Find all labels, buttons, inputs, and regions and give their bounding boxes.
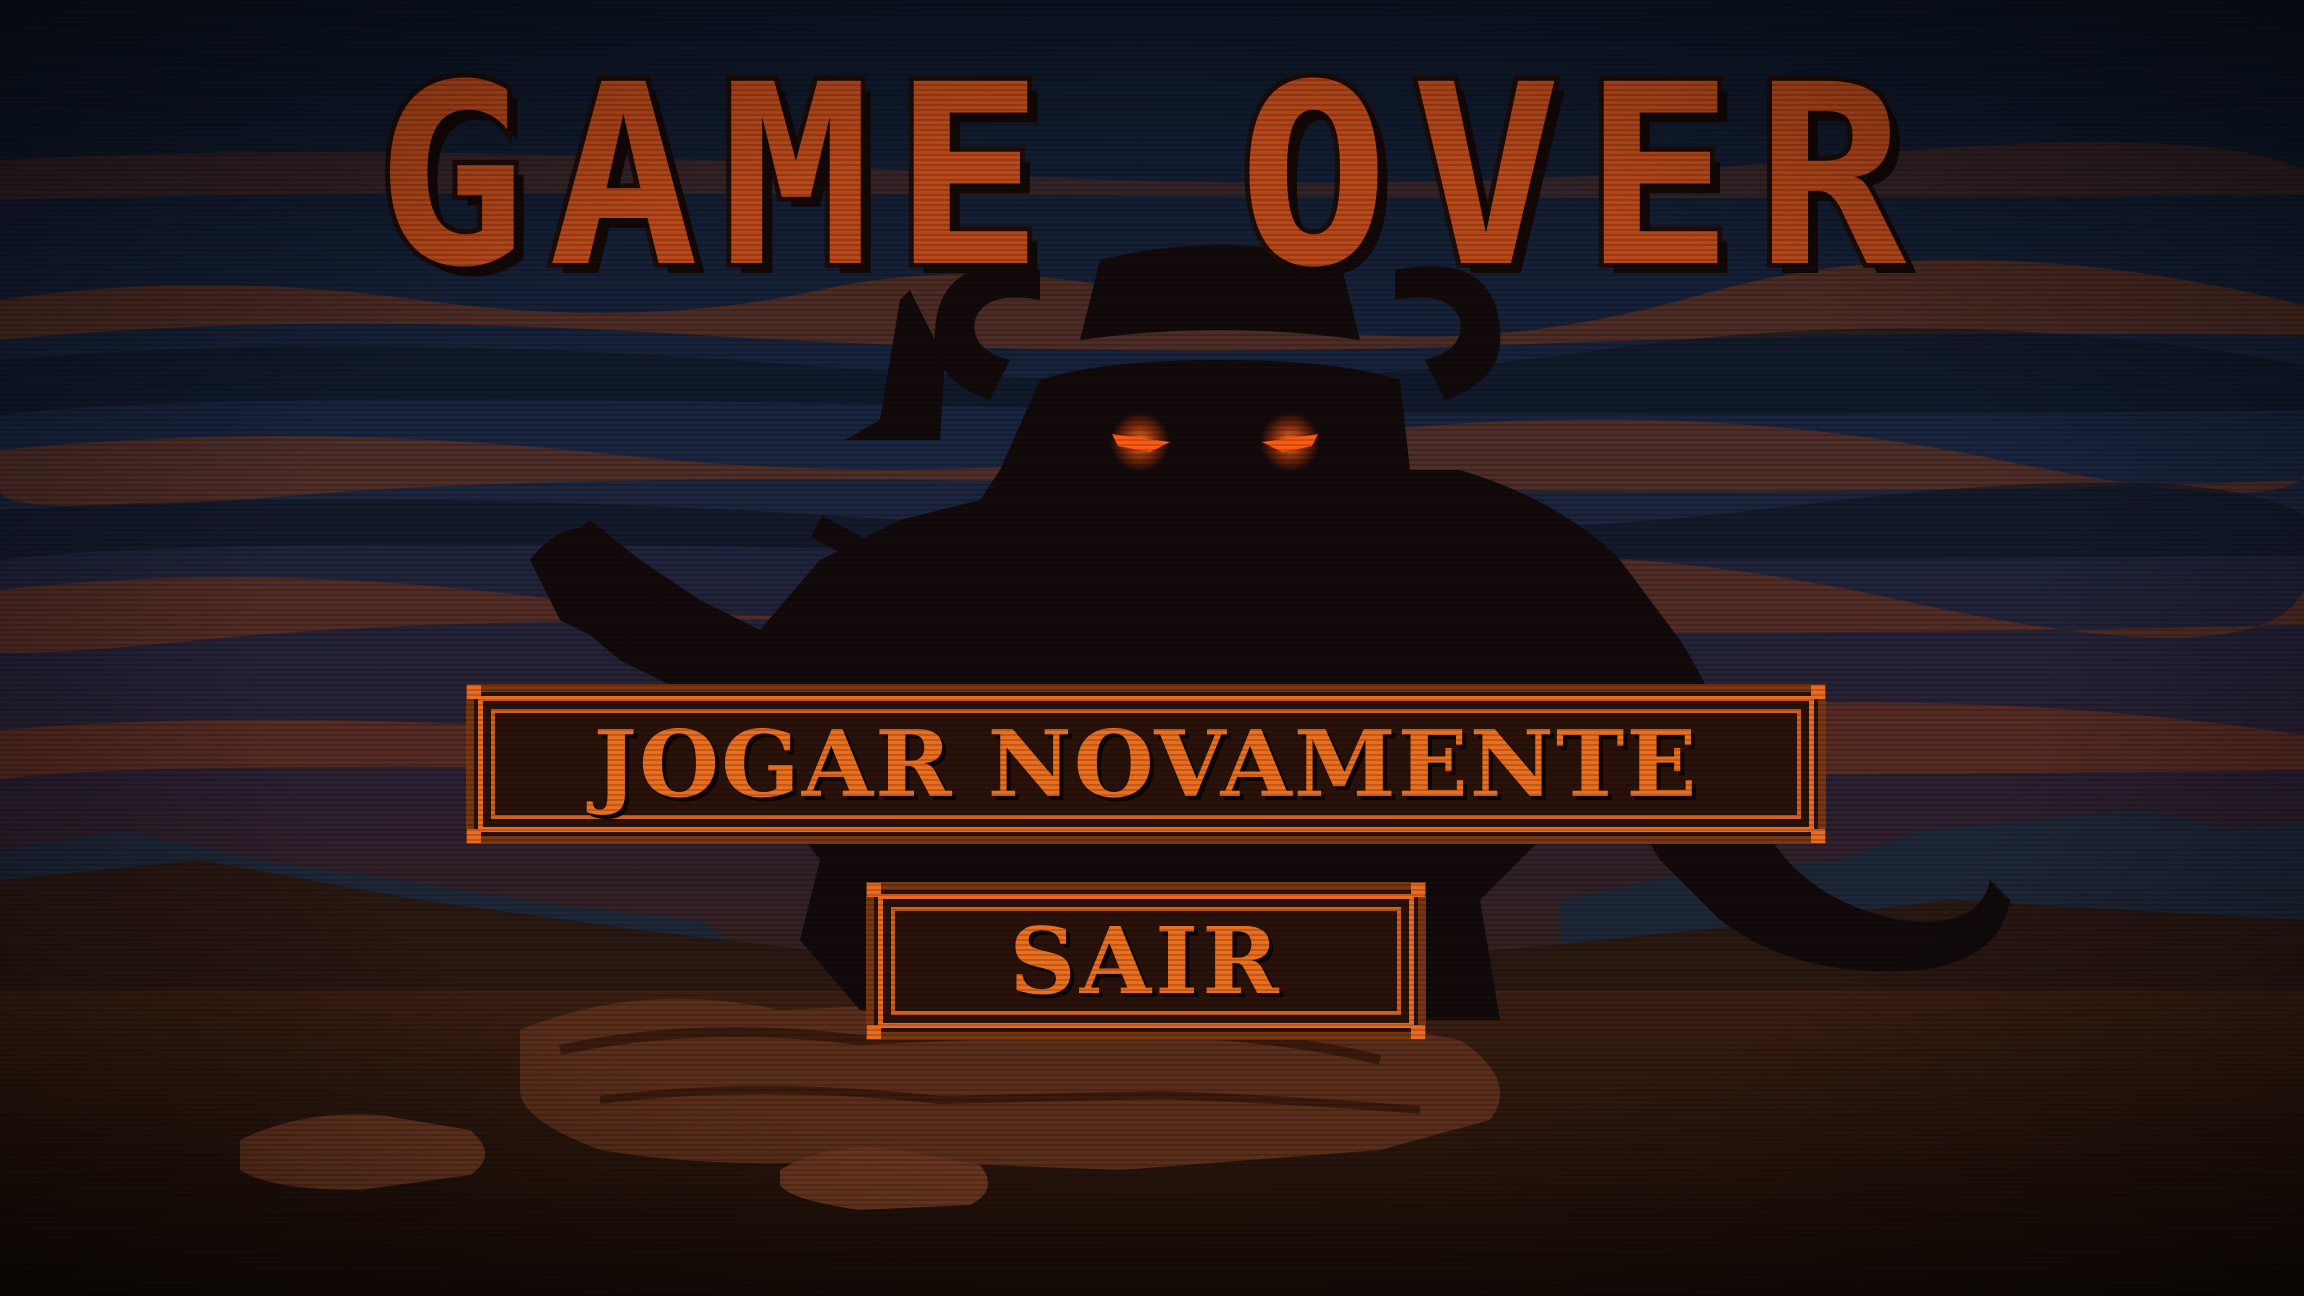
button-corner-ornament <box>1411 1025 1425 1039</box>
play-again-button[interactable]: JOGAR NOVAMENTE <box>467 685 1825 843</box>
button-corner-ornament <box>467 685 481 699</box>
button-corner-ornament <box>1411 883 1425 897</box>
button-corner-ornament <box>867 1025 881 1039</box>
quit-button[interactable]: SAIR <box>867 883 1425 1039</box>
quit-label: SAIR <box>1009 907 1283 1015</box>
play-again-label: JOGAR NOVAMENTE <box>593 710 1699 818</box>
game-over-title: GAME OVER <box>371 31 1929 322</box>
button-corner-ornament <box>1811 685 1825 699</box>
game-over-screen: GAME OVER JOGAR NOVAMENTE SAIR <box>0 0 2304 1296</box>
button-corner-ornament <box>1811 829 1825 843</box>
button-corner-ornament <box>867 883 881 897</box>
button-corner-ornament <box>467 829 481 843</box>
